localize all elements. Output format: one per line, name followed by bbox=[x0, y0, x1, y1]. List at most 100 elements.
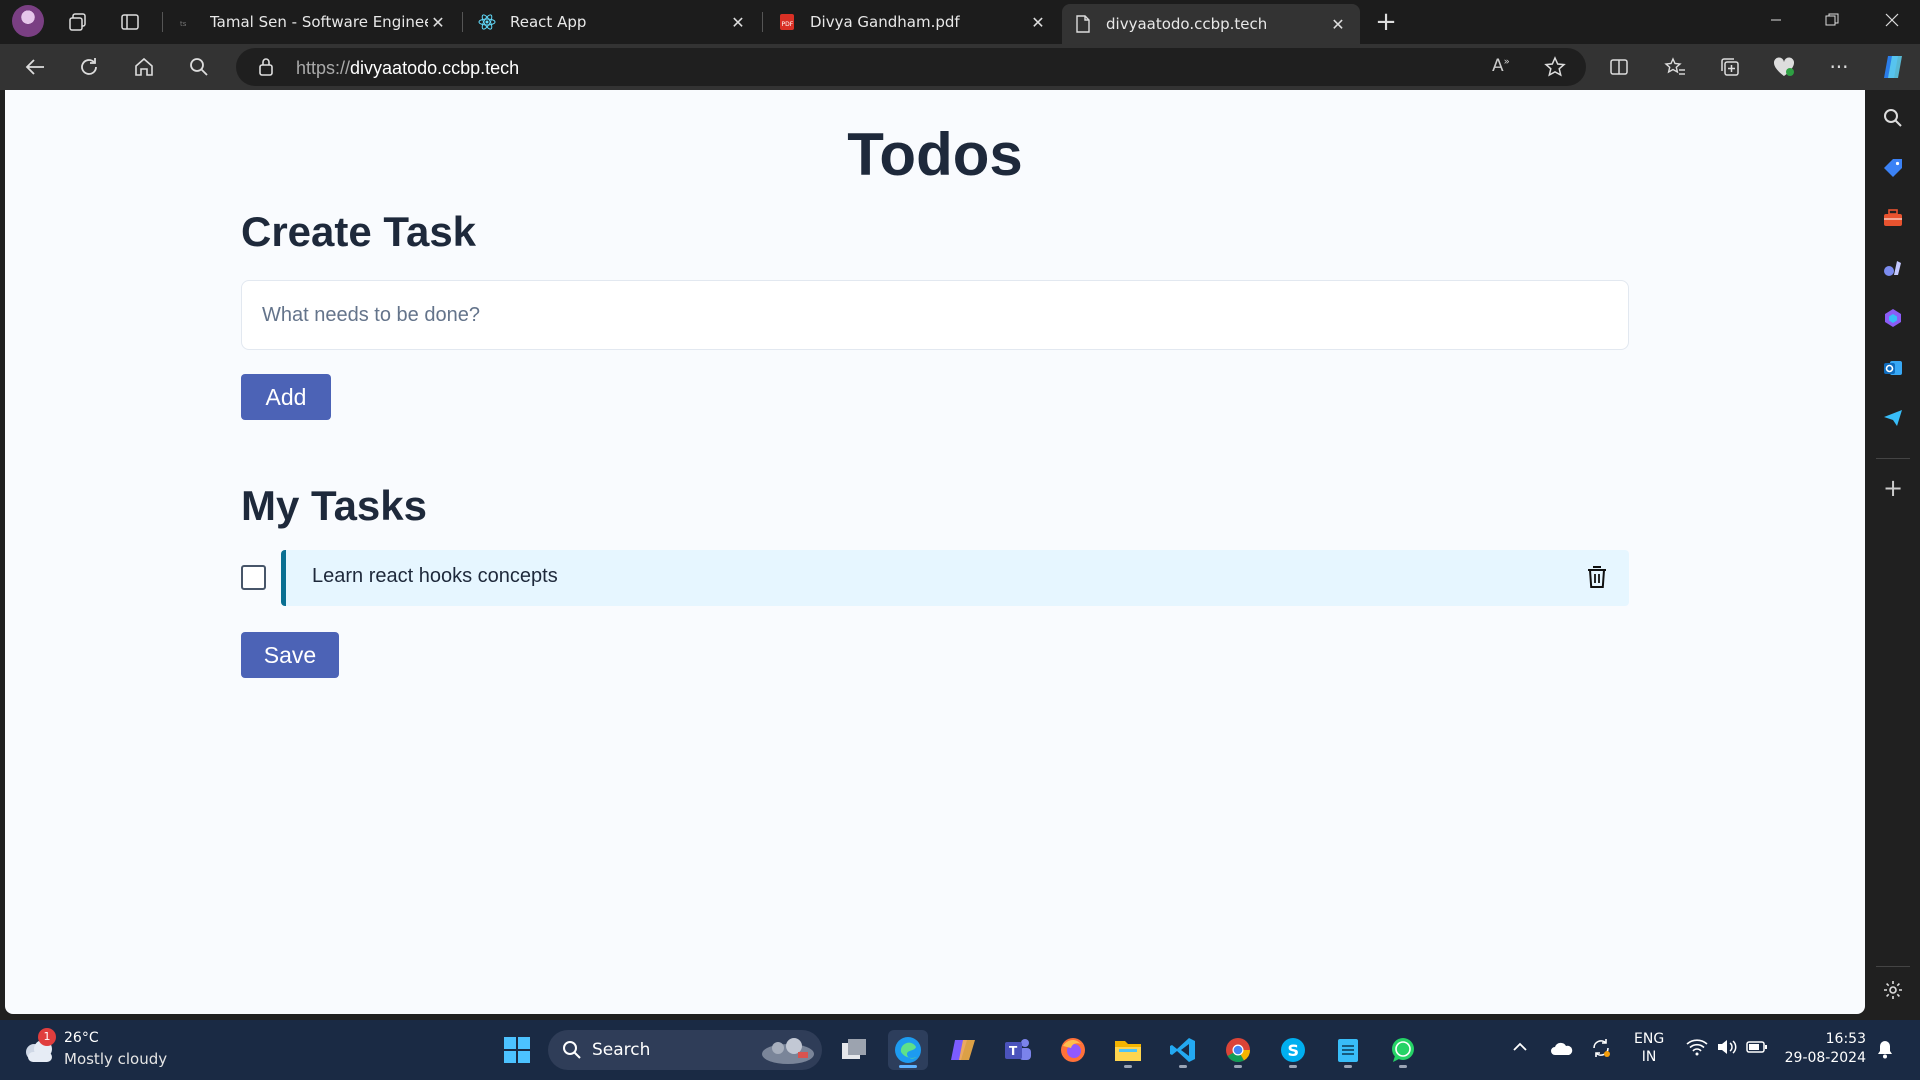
create-task-heading: Create Task bbox=[241, 208, 477, 255]
search-icon[interactable] bbox=[182, 51, 216, 83]
close-tab-icon[interactable]: ✕ bbox=[728, 13, 748, 32]
file-explorer-icon[interactable] bbox=[1108, 1030, 1148, 1070]
workspaces-icon[interactable] bbox=[62, 6, 94, 38]
close-tab-icon[interactable]: ✕ bbox=[1028, 13, 1048, 32]
favorite-star-icon[interactable] bbox=[1544, 56, 1566, 82]
tab-title: React App bbox=[510, 13, 587, 31]
copilot-app-icon[interactable] bbox=[943, 1030, 983, 1070]
task-label[interactable]: Learn react hooks concepts bbox=[312, 565, 558, 588]
task-item: Learn react hooks concepts bbox=[241, 550, 1629, 606]
start-windows-icon[interactable] bbox=[497, 1030, 537, 1070]
home-icon[interactable] bbox=[127, 51, 161, 83]
address-bar[interactable]: https://divyaatodo.ccbp.tech A» bbox=[236, 48, 1586, 86]
chevron-up-icon[interactable] bbox=[1512, 1040, 1528, 1056]
shopping-tag-icon[interactable] bbox=[1879, 154, 1907, 182]
my-tasks-heading: My Tasks bbox=[241, 482, 427, 529]
new-tab-icon[interactable]: + bbox=[1370, 6, 1402, 38]
back-icon[interactable] bbox=[18, 51, 52, 83]
whatsapp-icon[interactable] bbox=[1383, 1030, 1423, 1070]
taskbar-search-label: Search bbox=[592, 1040, 651, 1060]
more-options-icon[interactable]: ··· bbox=[1822, 51, 1856, 83]
tab-title: divyaatodo.ccbp.tech bbox=[1106, 15, 1268, 33]
running-indicator bbox=[1289, 1065, 1297, 1068]
notification-bell-icon[interactable] bbox=[1876, 1039, 1894, 1063]
vscode-icon[interactable] bbox=[1163, 1030, 1203, 1070]
clock[interactable]: 16:53 29-08-2024 bbox=[1784, 1030, 1866, 1068]
microsoft-365-icon[interactable] bbox=[1879, 304, 1907, 332]
onedrive-cloud-icon[interactable] bbox=[1550, 1040, 1574, 1060]
read-aloud-icon[interactable]: A» bbox=[1492, 56, 1510, 76]
sync-icon[interactable] bbox=[1590, 1037, 1612, 1063]
navigation-bar: https://divyaatodo.ccbp.tech A» ··· bbox=[0, 44, 1920, 90]
task-input[interactable] bbox=[241, 280, 1629, 350]
settings-gear-icon[interactable] bbox=[1879, 976, 1907, 1004]
language-indicator[interactable]: ENG IN bbox=[1634, 1030, 1664, 1066]
vertical-tabs-icon[interactable] bbox=[114, 6, 146, 38]
firefox-icon[interactable] bbox=[1053, 1030, 1093, 1070]
refresh-icon[interactable] bbox=[72, 51, 106, 83]
close-tab-icon[interactable]: ✕ bbox=[1328, 15, 1348, 34]
chrome-icon[interactable] bbox=[1218, 1030, 1258, 1070]
svg-text:S: S bbox=[1288, 1041, 1300, 1060]
wifi-icon[interactable] bbox=[1686, 1038, 1708, 1060]
close-window-icon[interactable] bbox=[1864, 0, 1920, 40]
add-sidebar-app-icon[interactable]: + bbox=[1879, 474, 1907, 502]
tab-pdf[interactable]: PDF Divya Gandham.pdf ✕ bbox=[766, 4, 1060, 40]
favorites-icon[interactable] bbox=[1658, 51, 1692, 83]
teams-icon[interactable]: T bbox=[998, 1030, 1038, 1070]
lock-icon[interactable] bbox=[258, 57, 274, 81]
save-button[interactable]: Save bbox=[241, 632, 339, 678]
edge-icon[interactable] bbox=[888, 1030, 928, 1070]
running-indicator bbox=[1179, 1065, 1187, 1068]
task-checkbox[interactable] bbox=[241, 565, 266, 590]
task-card: Learn react hooks concepts bbox=[281, 550, 1629, 606]
close-tab-icon[interactable]: ✕ bbox=[428, 13, 448, 32]
browser-essentials-icon[interactable] bbox=[1767, 51, 1801, 83]
time-text: 16:53 bbox=[1825, 1031, 1866, 1047]
weather-temp: 26°C bbox=[64, 1030, 99, 1046]
profile-avatar[interactable] bbox=[12, 5, 44, 37]
copilot-icon[interactable] bbox=[1876, 51, 1910, 83]
page-icon: ts bbox=[178, 13, 196, 31]
notepad-icon[interactable] bbox=[1328, 1030, 1368, 1070]
edge-sidebar: + bbox=[1866, 90, 1920, 1014]
task-view-icon[interactable] bbox=[834, 1030, 874, 1070]
tab-react-app[interactable]: React App ✕ bbox=[466, 4, 760, 40]
send-icon[interactable] bbox=[1879, 404, 1907, 432]
restore-icon[interactable] bbox=[1804, 0, 1860, 40]
tab-separator bbox=[762, 12, 763, 32]
skype-icon[interactable]: S bbox=[1273, 1030, 1313, 1070]
tab-todo-active[interactable]: divyaatodo.ccbp.tech ✕ bbox=[1062, 4, 1360, 44]
outlook-icon[interactable] bbox=[1879, 354, 1907, 382]
weather-description: Mostly cloudy bbox=[64, 1050, 168, 1068]
active-indicator bbox=[899, 1065, 917, 1068]
running-indicator bbox=[1234, 1065, 1242, 1068]
taskbar-search[interactable]: Search bbox=[548, 1030, 822, 1070]
add-button[interactable]: Add bbox=[241, 374, 331, 420]
minimize-icon[interactable] bbox=[1748, 0, 1804, 40]
collections-icon[interactable] bbox=[1713, 51, 1747, 83]
url-text[interactable]: https://divyaatodo.ccbp.tech bbox=[296, 58, 519, 79]
split-screen-icon[interactable] bbox=[1602, 51, 1636, 83]
search-icon bbox=[562, 1040, 582, 1064]
tab-bar: ts Tamal Sen - Software Engineer, F ✕ Re… bbox=[0, 0, 1920, 44]
trash-icon[interactable] bbox=[1585, 564, 1609, 590]
games-icon[interactable] bbox=[1879, 254, 1907, 282]
sidebar-search-icon[interactable] bbox=[1879, 104, 1907, 132]
pdf-icon: PDF bbox=[778, 13, 796, 31]
tab-separator bbox=[162, 12, 163, 32]
tab-tamal-sen[interactable]: ts Tamal Sen - Software Engineer, F ✕ bbox=[166, 4, 460, 40]
windows-taskbar: 1 26°C Mostly cloudy Search T S ENG IN 1… bbox=[0, 1020, 1920, 1080]
running-indicator bbox=[1124, 1065, 1132, 1068]
weather-widget[interactable]: 1 26°C Mostly cloudy bbox=[22, 1028, 222, 1072]
volume-icon[interactable] bbox=[1716, 1038, 1738, 1060]
sidebar-divider bbox=[1876, 458, 1910, 459]
running-indicator bbox=[1399, 1065, 1407, 1068]
svg-text:ts: ts bbox=[180, 20, 187, 27]
tools-briefcase-icon[interactable] bbox=[1879, 204, 1907, 232]
react-icon bbox=[478, 13, 496, 31]
weather-badge: 1 bbox=[38, 1028, 56, 1046]
sidebar-divider bbox=[1876, 966, 1910, 967]
battery-icon[interactable] bbox=[1746, 1039, 1768, 1059]
tab-title: Divya Gandham.pdf bbox=[810, 13, 960, 31]
